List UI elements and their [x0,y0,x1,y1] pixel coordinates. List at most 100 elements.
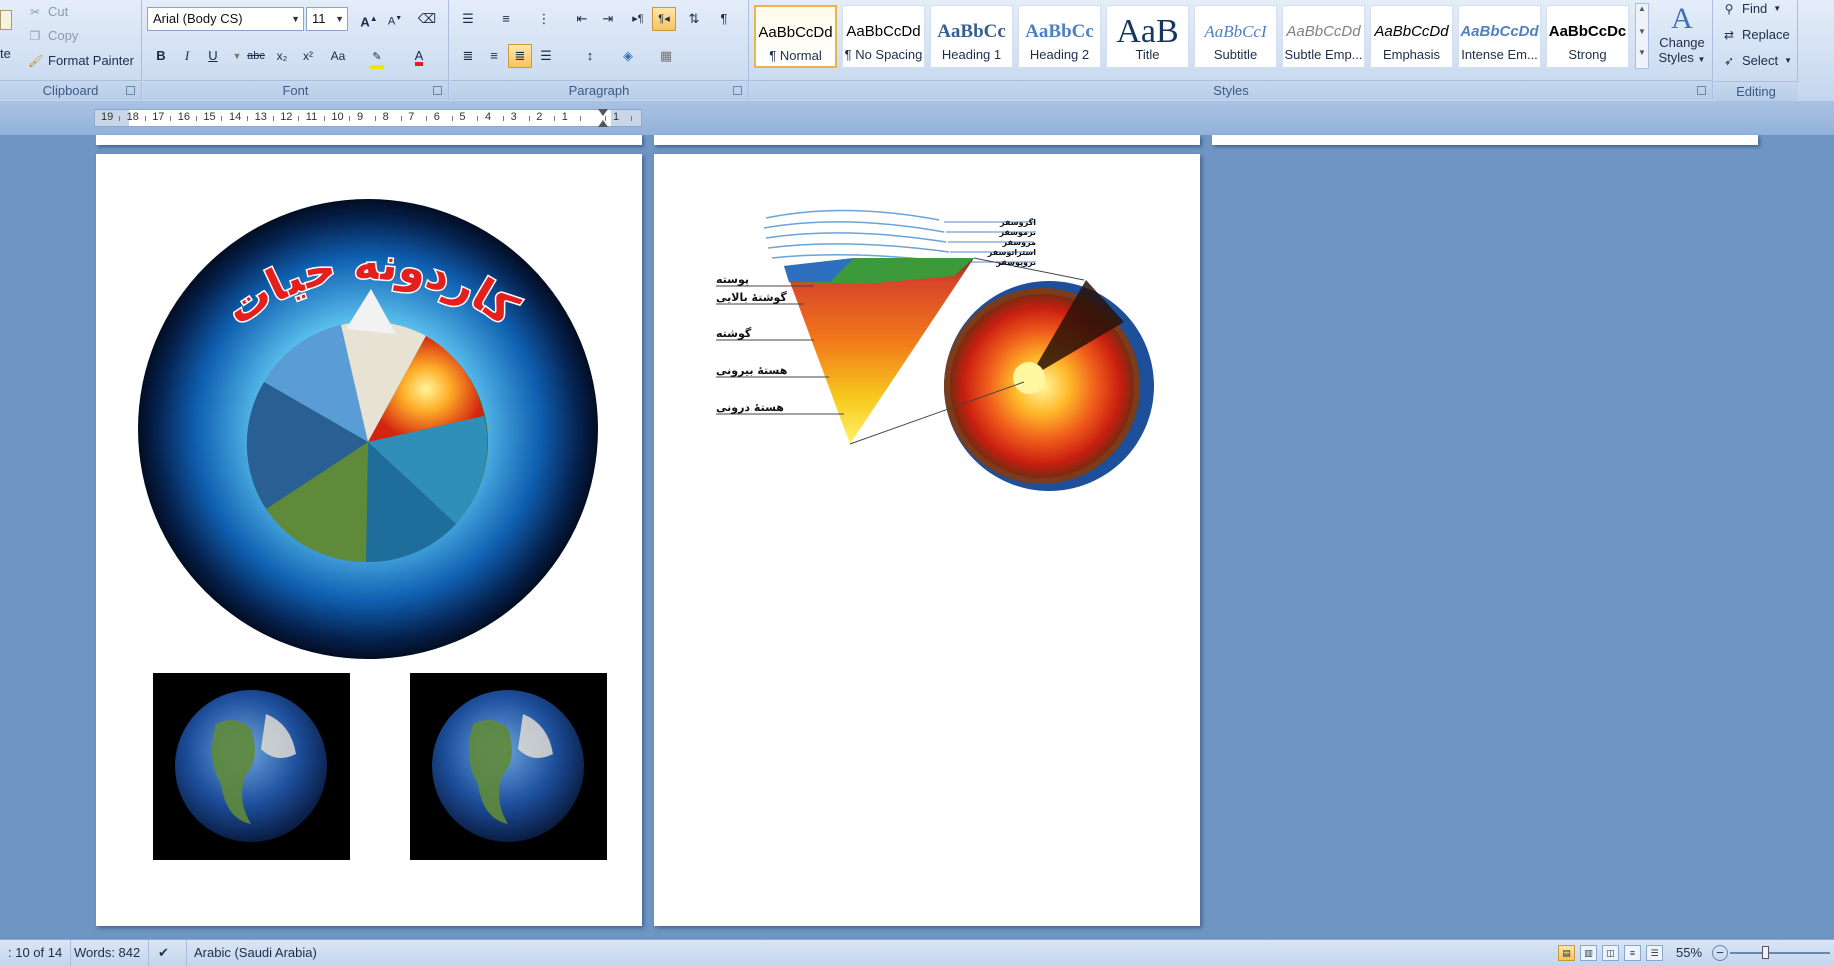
full-screen-icon: ▥ [1584,948,1593,958]
change-styles-button[interactable]: A Change Styles ▼ [1654,3,1710,77]
paragraph-launcher-icon[interactable] [733,86,742,95]
outdent-icon: ⇤ [576,11,588,26]
style-tile[interactable]: AaBbCc Heading 1 [930,5,1013,68]
style-name: Strong [1568,47,1607,62]
sort-button[interactable]: ⇅ [682,7,706,31]
zoom-slider-thumb[interactable] [1762,946,1769,959]
style-tile[interactable]: AaBbCcI Subtitle [1194,5,1277,68]
ruler-number: 19 [101,111,114,123]
ruler-tick [579,116,581,121]
eraser-icon: ⌫ [417,11,437,26]
style-sample: AaBbCcDd [1460,23,1539,40]
align-left-button[interactable]: ≣ [456,44,480,68]
grow-font-button[interactable]: A▲ [357,7,381,31]
decrease-indent-button[interactable]: ⇤ [570,7,594,31]
ruler-tick [272,116,274,121]
format-painter-button[interactable]: 🖌 Format Painter [28,53,134,68]
increase-indent-button[interactable]: ⇥ [596,7,620,31]
language-indicator[interactable]: Arabic (Saudi Arabia) [186,940,325,966]
page-count[interactable]: : 10 of 14 [0,940,72,966]
earth-layers-diagram: اگزوسفرترموسفرمزوسفراستراتوسفرتروپوسفر پ… [716,209,1154,491]
styles-scroll[interactable]: ▲ ▼ ▼ [1635,3,1649,69]
ruler-number: 4 [485,111,492,123]
ruler-number: 8 [382,111,389,123]
ruler-tick [554,116,556,121]
justify-button[interactable]: ☰ [534,44,558,68]
ribbon: te ✂ Cut ❐ Copy 🖌 Format Painter Clipboa… [0,0,1834,102]
subscript-button[interactable]: x₂ [270,44,294,68]
clear-formatting-button[interactable]: ⌫ [415,7,439,31]
style-sample: AaB [1116,13,1179,50]
align-right-button[interactable]: ≣ [508,44,532,68]
draft-view-button[interactable]: ☰ [1646,945,1663,961]
cut-button[interactable]: ✂ Cut [28,4,68,19]
styles-launcher-icon[interactable] [1697,86,1706,95]
zoom-level[interactable]: 55% [1676,940,1702,966]
italic-button[interactable]: I [175,44,199,68]
style-tile[interactable]: AaBbCcDc Strong [1546,5,1629,68]
ltr-button[interactable]: ▸¶ [626,7,650,31]
multilevel-list-button[interactable]: ⋮ [532,7,556,31]
style-tile[interactable]: AaBbCcDd Intense Em... [1458,5,1541,68]
highlight-button[interactable]: ✎ [365,44,389,69]
style-tile[interactable]: AaBbCcDd ¶ Normal [754,5,837,68]
superscript-button[interactable]: x² [296,44,320,68]
earth-layer-label: هستهٔ بیرونی [716,364,787,377]
minus-icon: − [1716,945,1724,960]
font-size-select[interactable]: 11 ▼ [306,7,348,31]
align-center-button[interactable]: ≡ [482,44,506,68]
show-formatting-button[interactable]: ¶ [712,7,736,31]
ruler-number: 14 [229,111,242,123]
web-layout-icon: ◫ [1606,948,1615,958]
borders-button[interactable]: ▦ [654,44,678,68]
change-case-button[interactable]: Aa [326,44,350,68]
font-family-select[interactable]: Arial (Body CS) ▼ [147,7,304,31]
select-button[interactable]: ➶ Select ▼ [1722,53,1792,68]
numbering-button[interactable]: ≡ [494,7,518,31]
shrink-font-button[interactable]: A▼ [383,7,407,31]
ruler-tick [400,116,402,121]
bold-button[interactable]: B [149,44,173,68]
rtl-button[interactable]: ¶◂ [652,7,676,31]
strikethrough-button[interactable]: abc [244,44,268,68]
print-layout-view-button[interactable]: ▤ [1558,945,1575,961]
status-bar: : 10 of 14 Words: 842 ✔ Arabic (Saudi Ar… [0,939,1834,966]
style-tile[interactable]: AaBbCcDd Emphasis [1370,5,1453,68]
document-page-2[interactable]: اگزوسفر ترموسفر مزوسفر استراتوسفر تروپوسفر پ… [654,154,1200,926]
style-name: Emphasis [1382,47,1441,62]
clipboard-launcher-icon[interactable] [126,86,135,95]
draft-icon: ☰ [1650,948,1659,958]
indent-marker-bottom-icon[interactable] [598,120,608,127]
font-group: Arial (Body CS) ▼ 11 ▼ A▲ A▼ ⌫ B I U ▼ abc… [143,0,449,100]
web-layout-view-button[interactable]: ◫ [1602,945,1619,961]
chevron-up-icon: ▲ [1638,4,1646,13]
style-tile[interactable]: AaBbCcDd Subtle Emp... [1282,5,1365,68]
zoom-slider[interactable] [1730,952,1830,954]
ruler-tick [195,116,197,121]
style-sample: AaBbCcDd [846,23,921,40]
zoom-out-button[interactable]: − [1712,945,1728,961]
indent-marker-icon[interactable] [598,109,608,116]
style-tile[interactable]: AaB Title [1106,5,1189,68]
style-tile[interactable]: AaBbCcDd ¶ No Spacing [842,5,925,68]
copy-button[interactable]: ❐ Copy [28,28,79,43]
paste-button[interactable]: te [0,10,20,70]
word-count[interactable]: Words: 842 [66,940,150,966]
replace-button[interactable]: ⇄ Replace [1722,27,1790,42]
horizontal-ruler[interactable]: 19 18 17 16 15 14 13 12 11 10 9 8 7 6 5 4 3 2 1 1 [94,109,642,127]
underline-button[interactable]: U [201,44,225,68]
bullets-button[interactable]: ☰ [456,7,480,31]
font-launcher-icon[interactable] [433,86,442,95]
style-tile[interactable]: AaBbCc Heading 2 [1018,5,1101,68]
style-name: Heading 2 [1029,47,1090,62]
find-button[interactable]: ⚲ Find ▼ [1722,1,1782,16]
shading-button[interactable]: ◈ [616,44,640,68]
clipboard-group-label: Clipboard [0,80,141,100]
document-page-1[interactable]: کاردونه حیات [96,154,642,926]
font-color-button[interactable]: A [407,44,431,68]
full-screen-view-button[interactable]: ▥ [1580,945,1597,961]
ruler-tick [247,116,248,121]
outline-view-button[interactable]: ≡ [1624,945,1641,961]
line-spacing-button[interactable]: ↕ [578,44,602,68]
proofing-button[interactable]: ✔ [150,940,187,966]
